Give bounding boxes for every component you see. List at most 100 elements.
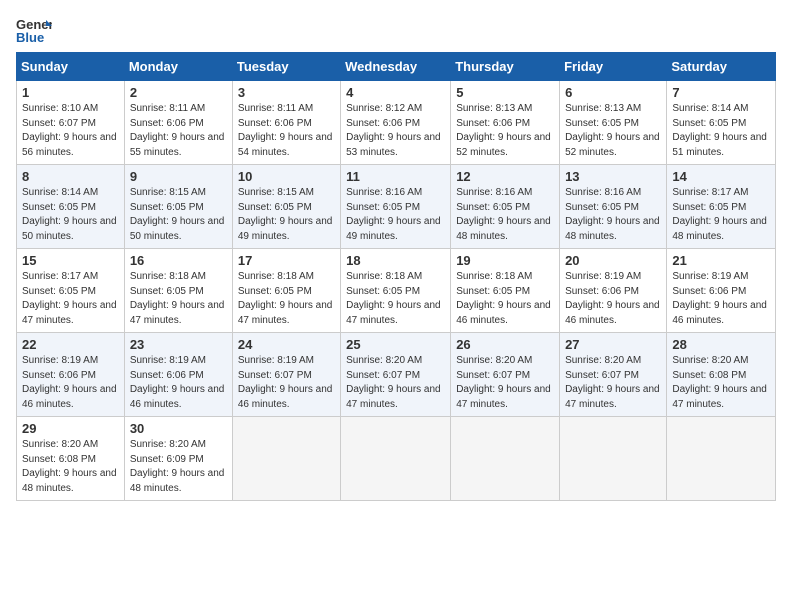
day-number: 20: [565, 253, 661, 268]
calendar-cell: 7 Sunrise: 8:14 AMSunset: 6:05 PMDayligh…: [667, 81, 776, 165]
day-number: 8: [22, 169, 119, 184]
day-number: 3: [238, 85, 335, 100]
day-info: Sunrise: 8:18 AMSunset: 6:05 PMDaylight:…: [456, 270, 554, 328]
day-info: Sunrise: 8:14 AMSunset: 6:05 PMDaylight:…: [22, 186, 119, 244]
calendar-cell: [451, 417, 560, 501]
calendar-cell: 20 Sunrise: 8:19 AMSunset: 6:06 PMDaylig…: [560, 249, 667, 333]
day-info: Sunrise: 8:20 AMSunset: 6:07 PMDaylight:…: [346, 354, 445, 412]
day-number: 19: [456, 253, 554, 268]
col-header-wednesday: Wednesday: [341, 53, 451, 81]
calendar-cell: 28 Sunrise: 8:20 AMSunset: 6:08 PMDaylig…: [667, 333, 776, 417]
col-header-tuesday: Tuesday: [232, 53, 340, 81]
calendar-cell: [560, 417, 667, 501]
col-header-sunday: Sunday: [17, 53, 125, 81]
logo-icon: General Blue: [16, 16, 52, 44]
day-info: Sunrise: 8:16 AMSunset: 6:05 PMDaylight:…: [456, 186, 554, 244]
svg-text:Blue: Blue: [16, 30, 44, 44]
calendar-cell: 9 Sunrise: 8:15 AMSunset: 6:05 PMDayligh…: [124, 165, 232, 249]
calendar-cell: 11 Sunrise: 8:16 AMSunset: 6:05 PMDaylig…: [341, 165, 451, 249]
day-info: Sunrise: 8:18 AMSunset: 6:05 PMDaylight:…: [130, 270, 227, 328]
calendar-cell: 1 Sunrise: 8:10 AMSunset: 6:07 PMDayligh…: [17, 81, 125, 165]
day-info: Sunrise: 8:20 AMSunset: 6:07 PMDaylight:…: [456, 354, 554, 412]
col-header-thursday: Thursday: [451, 53, 560, 81]
day-number: 7: [672, 85, 770, 100]
day-info: Sunrise: 8:15 AMSunset: 6:05 PMDaylight:…: [130, 186, 227, 244]
calendar-cell: 15 Sunrise: 8:17 AMSunset: 6:05 PMDaylig…: [17, 249, 125, 333]
calendar-table: SundayMondayTuesdayWednesdayThursdayFrid…: [16, 52, 776, 501]
calendar-cell: 12 Sunrise: 8:16 AMSunset: 6:05 PMDaylig…: [451, 165, 560, 249]
calendar-cell: 4 Sunrise: 8:12 AMSunset: 6:06 PMDayligh…: [341, 81, 451, 165]
day-info: Sunrise: 8:19 AMSunset: 6:06 PMDaylight:…: [672, 270, 770, 328]
day-number: 21: [672, 253, 770, 268]
day-info: Sunrise: 8:20 AMSunset: 6:09 PMDaylight:…: [130, 438, 227, 496]
day-number: 22: [22, 337, 119, 352]
day-number: 9: [130, 169, 227, 184]
calendar-cell: 2 Sunrise: 8:11 AMSunset: 6:06 PMDayligh…: [124, 81, 232, 165]
day-info: Sunrise: 8:10 AMSunset: 6:07 PMDaylight:…: [22, 102, 119, 160]
day-number: 28: [672, 337, 770, 352]
day-info: Sunrise: 8:20 AMSunset: 6:08 PMDaylight:…: [22, 438, 119, 496]
header: General Blue: [16, 16, 776, 44]
calendar-cell: 21 Sunrise: 8:19 AMSunset: 6:06 PMDaylig…: [667, 249, 776, 333]
day-number: 23: [130, 337, 227, 352]
day-number: 24: [238, 337, 335, 352]
calendar-cell: 29 Sunrise: 8:20 AMSunset: 6:08 PMDaylig…: [17, 417, 125, 501]
day-number: 13: [565, 169, 661, 184]
day-info: Sunrise: 8:11 AMSunset: 6:06 PMDaylight:…: [238, 102, 335, 160]
day-info: Sunrise: 8:15 AMSunset: 6:05 PMDaylight:…: [238, 186, 335, 244]
day-number: 12: [456, 169, 554, 184]
day-info: Sunrise: 8:19 AMSunset: 6:07 PMDaylight:…: [238, 354, 335, 412]
day-info: Sunrise: 8:16 AMSunset: 6:05 PMDaylight:…: [346, 186, 445, 244]
calendar-cell: 18 Sunrise: 8:18 AMSunset: 6:05 PMDaylig…: [341, 249, 451, 333]
day-number: 18: [346, 253, 445, 268]
calendar-cell: 27 Sunrise: 8:20 AMSunset: 6:07 PMDaylig…: [560, 333, 667, 417]
calendar-cell: 23 Sunrise: 8:19 AMSunset: 6:06 PMDaylig…: [124, 333, 232, 417]
calendar-cell: 6 Sunrise: 8:13 AMSunset: 6:05 PMDayligh…: [560, 81, 667, 165]
calendar-cell: 5 Sunrise: 8:13 AMSunset: 6:06 PMDayligh…: [451, 81, 560, 165]
day-number: 5: [456, 85, 554, 100]
logo: General Blue: [16, 16, 52, 44]
calendar-cell: 19 Sunrise: 8:18 AMSunset: 6:05 PMDaylig…: [451, 249, 560, 333]
calendar-cell: 24 Sunrise: 8:19 AMSunset: 6:07 PMDaylig…: [232, 333, 340, 417]
calendar-cell: [667, 417, 776, 501]
day-info: Sunrise: 8:20 AMSunset: 6:08 PMDaylight:…: [672, 354, 770, 412]
day-info: Sunrise: 8:12 AMSunset: 6:06 PMDaylight:…: [346, 102, 445, 160]
day-info: Sunrise: 8:20 AMSunset: 6:07 PMDaylight:…: [565, 354, 661, 412]
calendar-cell: [341, 417, 451, 501]
day-number: 27: [565, 337, 661, 352]
calendar-cell: 13 Sunrise: 8:16 AMSunset: 6:05 PMDaylig…: [560, 165, 667, 249]
calendar-cell: 10 Sunrise: 8:15 AMSunset: 6:05 PMDaylig…: [232, 165, 340, 249]
day-info: Sunrise: 8:13 AMSunset: 6:05 PMDaylight:…: [565, 102, 661, 160]
day-info: Sunrise: 8:17 AMSunset: 6:05 PMDaylight:…: [672, 186, 770, 244]
day-info: Sunrise: 8:18 AMSunset: 6:05 PMDaylight:…: [346, 270, 445, 328]
day-info: Sunrise: 8:16 AMSunset: 6:05 PMDaylight:…: [565, 186, 661, 244]
calendar-cell: 8 Sunrise: 8:14 AMSunset: 6:05 PMDayligh…: [17, 165, 125, 249]
col-header-friday: Friday: [560, 53, 667, 81]
calendar-cell: 30 Sunrise: 8:20 AMSunset: 6:09 PMDaylig…: [124, 417, 232, 501]
day-info: Sunrise: 8:17 AMSunset: 6:05 PMDaylight:…: [22, 270, 119, 328]
day-info: Sunrise: 8:14 AMSunset: 6:05 PMDaylight:…: [672, 102, 770, 160]
day-number: 16: [130, 253, 227, 268]
day-number: 15: [22, 253, 119, 268]
calendar-cell: 26 Sunrise: 8:20 AMSunset: 6:07 PMDaylig…: [451, 333, 560, 417]
col-header-monday: Monday: [124, 53, 232, 81]
day-info: Sunrise: 8:19 AMSunset: 6:06 PMDaylight:…: [565, 270, 661, 328]
day-number: 29: [22, 421, 119, 436]
day-number: 10: [238, 169, 335, 184]
day-info: Sunrise: 8:11 AMSunset: 6:06 PMDaylight:…: [130, 102, 227, 160]
day-info: Sunrise: 8:18 AMSunset: 6:05 PMDaylight:…: [238, 270, 335, 328]
day-number: 14: [672, 169, 770, 184]
day-info: Sunrise: 8:19 AMSunset: 6:06 PMDaylight:…: [22, 354, 119, 412]
day-number: 17: [238, 253, 335, 268]
calendar-cell: 3 Sunrise: 8:11 AMSunset: 6:06 PMDayligh…: [232, 81, 340, 165]
calendar-cell: 17 Sunrise: 8:18 AMSunset: 6:05 PMDaylig…: [232, 249, 340, 333]
col-header-saturday: Saturday: [667, 53, 776, 81]
calendar-cell: [232, 417, 340, 501]
day-info: Sunrise: 8:19 AMSunset: 6:06 PMDaylight:…: [130, 354, 227, 412]
day-info: Sunrise: 8:13 AMSunset: 6:06 PMDaylight:…: [456, 102, 554, 160]
calendar-cell: 25 Sunrise: 8:20 AMSunset: 6:07 PMDaylig…: [341, 333, 451, 417]
day-number: 11: [346, 169, 445, 184]
day-number: 25: [346, 337, 445, 352]
day-number: 26: [456, 337, 554, 352]
calendar-cell: 22 Sunrise: 8:19 AMSunset: 6:06 PMDaylig…: [17, 333, 125, 417]
